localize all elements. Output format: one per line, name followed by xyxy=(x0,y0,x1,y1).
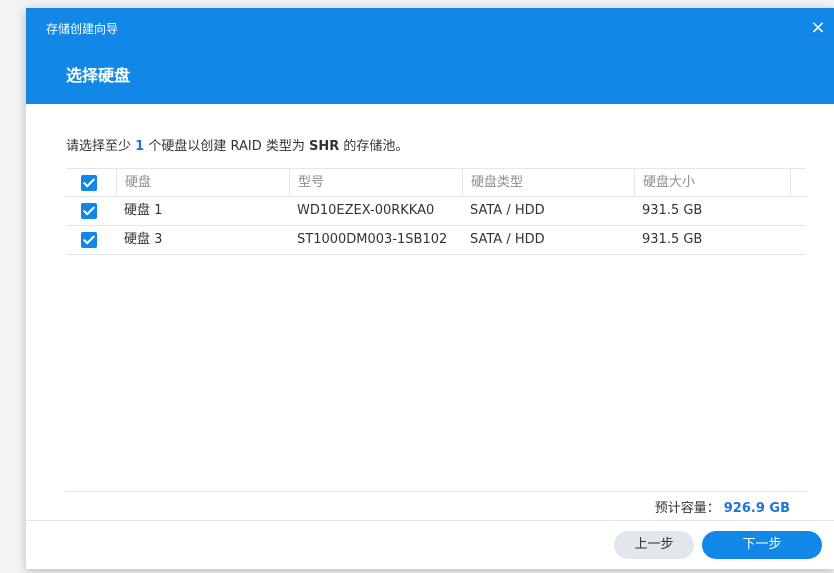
disk-table: 硬盘 型号 硬盘类型 硬盘大小 硬盘 1 WD10EZEX-00RKKA0 SA… xyxy=(66,168,806,255)
previous-button[interactable]: 上一步 xyxy=(614,531,694,559)
estimated-capacity: 预计容量： 926.9 GB xyxy=(655,497,790,516)
instruction-text: 请选择至少 1 个硬盘以创建 RAID 类型为 SHR 的存储池。 xyxy=(66,135,408,154)
capacity-value: 926.9 GB xyxy=(723,501,790,516)
cell-model: ST1000DM003-1SB102 xyxy=(297,232,448,247)
header-size[interactable]: 硬盘大小 xyxy=(634,169,790,197)
row-checkbox[interactable] xyxy=(81,232,97,248)
close-icon[interactable]: × xyxy=(808,18,828,38)
instruction-part1: 请选择至少 xyxy=(66,139,132,154)
instruction-part3: 的存储池。 xyxy=(343,139,409,154)
cell-disk: 硬盘 3 xyxy=(124,232,163,247)
raid-type: SHR xyxy=(309,139,340,154)
table-row[interactable]: 硬盘 3 ST1000DM003-1SB102 SATA / HDD 931.5… xyxy=(66,226,806,255)
cell-size: 931.5 GB xyxy=(642,232,703,247)
button-bar: 上一步 下一步 xyxy=(26,520,834,569)
cell-disk: 硬盘 1 xyxy=(124,203,163,218)
header-model[interactable]: 型号 xyxy=(289,169,462,197)
footer-divider xyxy=(66,491,806,492)
cell-type: SATA / HDD xyxy=(470,232,545,247)
min-disk-count: 1 xyxy=(135,139,145,154)
header-type[interactable]: 硬盘类型 xyxy=(462,169,634,197)
cell-size: 931.5 GB xyxy=(642,203,703,218)
dialog-header: 存储创建向导 × 选择硬盘 xyxy=(26,8,834,104)
window-title: 存储创建向导 xyxy=(46,22,119,36)
row-checkbox-cell xyxy=(66,226,116,254)
cell-type: SATA / HDD xyxy=(470,203,545,218)
table-header-row: 硬盘 型号 硬盘类型 硬盘大小 xyxy=(66,168,806,197)
instruction-part2: 个硬盘以创建 RAID 类型为 xyxy=(148,139,305,154)
select-all-cell xyxy=(66,169,116,197)
next-button[interactable]: 下一步 xyxy=(702,531,822,559)
header-disk[interactable]: 硬盘 xyxy=(116,169,289,197)
header-end xyxy=(790,169,806,197)
row-checkbox[interactable] xyxy=(81,203,97,219)
step-title: 选择硬盘 xyxy=(66,66,131,85)
row-checkbox-cell xyxy=(66,197,116,225)
table-row[interactable]: 硬盘 1 WD10EZEX-00RKKA0 SATA / HDD 931.5 G… xyxy=(66,197,806,226)
storage-wizard-dialog: 存储创建向导 × 选择硬盘 请选择至少 1 个硬盘以创建 RAID 类型为 SH… xyxy=(26,8,834,569)
select-all-checkbox[interactable] xyxy=(81,175,97,191)
cell-model: WD10EZEX-00RKKA0 xyxy=(297,203,435,218)
capacity-label: 预计容量： xyxy=(654,501,720,516)
